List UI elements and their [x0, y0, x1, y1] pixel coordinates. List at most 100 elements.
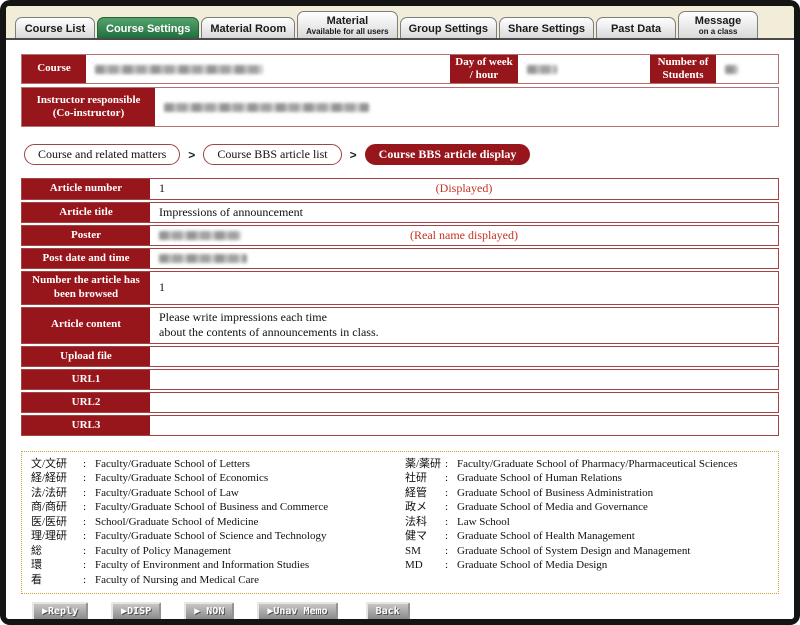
tab-past-data[interactable]: Past Data — [596, 17, 676, 38]
legend-separator: : — [83, 515, 95, 530]
legend-desc: Faculty of Nursing and Medical Care — [95, 573, 405, 588]
legend-abbr: 経管 — [405, 486, 445, 501]
legend-desc: Faculty/Graduate School of Science and T… — [95, 529, 405, 544]
article-table: Article number 1(Displayed) Article titl… — [21, 178, 779, 436]
legend-item: 医/医研:School/Graduate School of Medicine — [31, 515, 405, 530]
row-label: URL1 — [22, 370, 150, 389]
legend-left-column: 文/文研:Faculty/Graduate School of Letters … — [31, 457, 405, 588]
instructor-redacted — [164, 103, 369, 112]
legend-item: 政メ:Graduate School of Media and Governan… — [405, 500, 769, 515]
tab-label: Course List — [25, 23, 86, 35]
tab-group-settings[interactable]: Group Settings — [400, 17, 497, 38]
legend-abbr: 健マ — [405, 529, 445, 544]
table-row-article-number: Article number 1(Displayed) — [21, 178, 779, 200]
legend-separator: : — [83, 573, 95, 588]
instructor-value — [155, 88, 778, 126]
breadcrumb: Course and related matters > Course BBS … — [24, 144, 779, 165]
legend-abbr: MD — [405, 558, 445, 573]
legend-abbr: 法科 — [405, 515, 445, 530]
window-frame: Course List Course Settings Material Roo… — [0, 0, 800, 625]
legend-item: 社研:Graduate School of Human Relations — [405, 471, 769, 486]
tab-label: Message — [695, 15, 741, 27]
non-button[interactable]: ▶ NON — [184, 602, 234, 619]
back-button[interactable]: Back — [366, 602, 410, 619]
legend-separator: : — [83, 471, 95, 486]
poster-name-redacted — [159, 231, 241, 240]
row-value: 1 — [150, 272, 778, 304]
legend-item: 法/法研:Faculty/Graduate School of Law — [31, 486, 405, 501]
legend-item: 経管:Graduate School of Business Administr… — [405, 486, 769, 501]
tab-course-list[interactable]: Course List — [15, 17, 95, 38]
faculty-legend: 文/文研:Faculty/Graduate School of Letters … — [21, 451, 779, 594]
legend-desc: Law School — [457, 515, 769, 530]
main-content: Course Day of week / hour Number of Stud… — [6, 40, 794, 619]
tab-bar: Course List Course Settings Material Roo… — [6, 6, 794, 40]
page: Course List Course Settings Material Roo… — [6, 6, 794, 619]
course-name-value — [86, 55, 450, 83]
table-row-article-title: Article title Impressions of announcemen… — [21, 202, 779, 224]
legend-separator: : — [445, 486, 457, 501]
row-value — [150, 393, 778, 412]
instructor-label: Instructor responsible (Co-instructor) — [22, 88, 155, 126]
legend-abbr: 社研 — [405, 471, 445, 486]
breadcrumb-course-related-matters[interactable]: Course and related matters — [24, 144, 180, 165]
breadcrumb-separator: > — [188, 148, 195, 162]
breadcrumb-bbs-article-display: Course BBS article display — [365, 144, 531, 165]
legend-abbr: 理/理研 — [31, 529, 83, 544]
legend-desc: Graduate School of Health Management — [457, 529, 769, 544]
number-of-students-value — [716, 55, 778, 83]
disp-button[interactable]: ▶DISP — [111, 602, 161, 619]
course-header-row-2: Instructor responsible (Co-instructor) — [21, 87, 779, 127]
legend-item: 商/商研:Faculty/Graduate School of Business… — [31, 500, 405, 515]
tab-sublabel: on a class — [699, 27, 738, 36]
legend-desc: Graduate School of System Design and Man… — [457, 544, 769, 559]
row-label: Article content — [22, 308, 150, 343]
legend-item: 理/理研:Faculty/Graduate School of Science … — [31, 529, 405, 544]
number-of-students-label: Number of Students — [650, 55, 716, 83]
legend-desc: Faculty/Graduate School of Letters — [95, 457, 405, 472]
legend-desc: Faculty/Graduate School of Business and … — [95, 500, 405, 515]
legend-item: 文/文研:Faculty/Graduate School of Letters — [31, 457, 405, 472]
legend-item: 環:Faculty of Environment and Information… — [31, 558, 405, 573]
tab-sublabel: Available for all users — [306, 27, 388, 36]
legend-abbr: 看 — [31, 573, 83, 588]
article-number-value: 1 — [159, 181, 165, 197]
table-row-url2: URL2 — [21, 392, 779, 413]
tab-share-settings[interactable]: Share Settings — [499, 17, 594, 38]
unav-memo-button[interactable]: ▶Unav Memo — [257, 602, 337, 619]
breadcrumb-separator: > — [350, 148, 357, 162]
number-of-students-redacted — [725, 65, 738, 74]
reply-button[interactable]: ▶Reply — [32, 602, 88, 619]
tab-label: Group Settings — [409, 23, 488, 35]
legend-abbr: 文/文研 — [31, 457, 83, 472]
table-row-url1: URL1 — [21, 369, 779, 390]
tab-message-on-class[interactable]: Message on a class — [678, 11, 758, 38]
article-content-value: Please write impressions each time about… — [159, 310, 379, 341]
post-date-redacted — [159, 254, 247, 263]
legend-item: MD:Graduate School of Media Design — [405, 558, 769, 573]
tab-material-all-users[interactable]: Material Available for all users — [297, 11, 397, 38]
row-value: 1 (Displayed) — [150, 179, 778, 199]
breadcrumb-bbs-article-list[interactable]: Course BBS article list — [203, 144, 341, 165]
row-label: Post date and time — [22, 249, 150, 268]
day-of-week-redacted — [527, 65, 557, 74]
row-value: (Real name displayed) — [150, 226, 778, 245]
course-label: Course — [22, 55, 86, 83]
legend-desc: Faculty/Graduate School of Law — [95, 486, 405, 501]
day-of-week-value — [518, 55, 650, 83]
table-row-upload-file: Upload file — [21, 346, 779, 367]
course-header-row-1: Course Day of week / hour Number of Stud… — [21, 54, 779, 84]
legend-abbr: 商/商研 — [31, 500, 83, 515]
legend-item: 総:Faculty of Policy Management — [31, 544, 405, 559]
legend-desc: Faculty of Environment and Information S… — [95, 558, 405, 573]
legend-abbr: 薬/薬研 — [405, 457, 445, 472]
legend-right-column: 薬/薬研:Faculty/Graduate School of Pharmacy… — [405, 457, 769, 588]
article-title-value: Impressions of announcement — [159, 205, 303, 221]
tab-material-room[interactable]: Material Room — [201, 17, 295, 38]
legend-separator: : — [445, 500, 457, 515]
legend-abbr: 医/医研 — [31, 515, 83, 530]
displayed-annotation: (Displayed) — [436, 181, 493, 197]
tab-course-settings[interactable]: Course Settings — [97, 17, 199, 38]
legend-abbr: 経/経研 — [31, 471, 83, 486]
legend-separator: : — [445, 558, 457, 573]
